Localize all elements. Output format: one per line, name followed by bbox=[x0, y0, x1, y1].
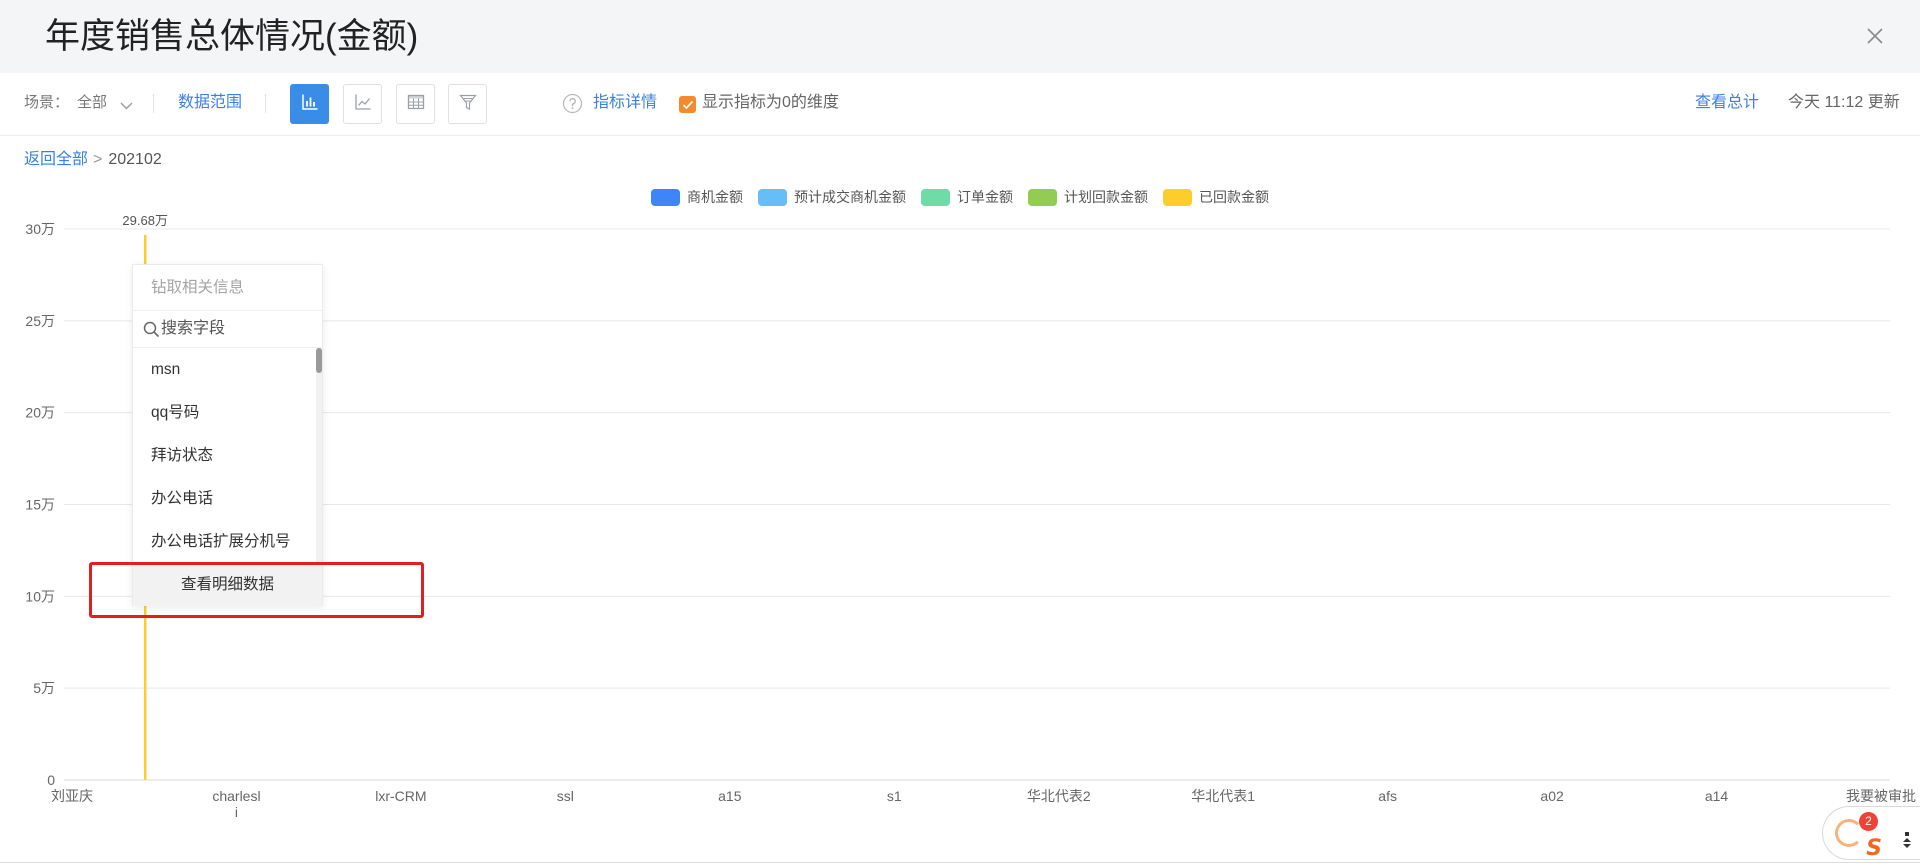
data-range-link[interactable]: 数据范围 bbox=[178, 92, 242, 114]
question-circle-icon[interactable] bbox=[562, 93, 583, 114]
legend-item[interactable]: 已回款金额 bbox=[1163, 188, 1269, 206]
metric-detail-link[interactable]: 指标详情 bbox=[593, 92, 657, 114]
breadcrumb: 返回全部 >202102 bbox=[24, 150, 162, 170]
toolbar-divider bbox=[153, 94, 154, 113]
view-detail-data-button[interactable]: 查看明细数据 bbox=[133, 564, 322, 606]
legend-label: 商机金额 bbox=[687, 188, 743, 205]
scrollbar-track[interactable] bbox=[316, 348, 322, 564]
legend-swatch bbox=[1163, 188, 1192, 206]
legend-swatch bbox=[1028, 188, 1057, 206]
logo-letter: S bbox=[1866, 836, 1882, 859]
chevron-down-icon[interactable] bbox=[119, 98, 134, 110]
x-tick-label: afs bbox=[1378, 788, 1397, 804]
legend-item[interactable]: 计划回款金额 bbox=[1028, 188, 1148, 206]
x-tick-label: charlesl i bbox=[212, 788, 260, 820]
y-tick-label: 5万 bbox=[33, 680, 55, 696]
show-zero-label[interactable]: 显示指标为0的维度 bbox=[702, 92, 839, 114]
legend-label: 已回款金额 bbox=[1199, 188, 1269, 205]
drill-down-menu: 钻取相关信息 msn qq号码 拜访状态 办公电话 办公电话扩展分机号 查看明细… bbox=[132, 264, 323, 606]
drill-menu-title: 钻取相关信息 bbox=[133, 265, 322, 311]
breadcrumb-separator: > bbox=[93, 151, 103, 168]
page-title: 年度销售总体情况(金额) bbox=[45, 17, 419, 56]
drill-field-item[interactable]: qq号码 bbox=[133, 391, 322, 434]
drill-field-item[interactable]: 拜访状态 bbox=[133, 434, 322, 477]
table-view-button[interactable] bbox=[396, 84, 435, 124]
breadcrumb-current: 202102 bbox=[108, 151, 162, 168]
line-chart-view-button[interactable] bbox=[343, 84, 382, 124]
notification-badge: 2 bbox=[1859, 812, 1878, 831]
y-tick-label: 10万 bbox=[25, 588, 55, 604]
x-tick-label: s1 bbox=[887, 788, 902, 804]
x-tick-label: a15 bbox=[718, 788, 742, 804]
drill-field-item[interactable]: msn bbox=[133, 348, 322, 391]
scrollbar-thumb[interactable] bbox=[316, 348, 322, 373]
bar-value-label: 29.68万 bbox=[122, 213, 168, 228]
field-search-input[interactable] bbox=[161, 315, 311, 343]
legend-label: 订单金额 bbox=[957, 188, 1013, 205]
floating-assistant-widget[interactable]: 2 S bbox=[1822, 806, 1920, 860]
check-icon bbox=[682, 100, 693, 109]
scene-label: 场景： bbox=[24, 94, 70, 111]
y-tick-label: 20万 bbox=[25, 405, 55, 421]
table-icon bbox=[406, 92, 426, 117]
funnel-view-button[interactable] bbox=[448, 84, 487, 124]
legend-item[interactable]: 预计成交商机金额 bbox=[758, 188, 906, 206]
drill-field-item[interactable]: 办公电话扩展分机号 bbox=[133, 520, 322, 563]
legend-swatch bbox=[921, 188, 950, 206]
legend-swatch bbox=[651, 188, 680, 206]
drag-handle-icon[interactable] bbox=[1901, 831, 1913, 851]
bar-chart-view-button[interactable] bbox=[290, 84, 329, 124]
legend-swatch bbox=[758, 188, 787, 206]
x-tick-label: 我要被审批 bbox=[1846, 788, 1916, 804]
x-tick-label: 华北代表2 bbox=[1027, 788, 1091, 804]
y-tick-label: 25万 bbox=[25, 313, 55, 329]
scene-select[interactable]: 全部 bbox=[77, 92, 107, 114]
funnel-icon bbox=[458, 92, 478, 117]
dialog-header: 年度销售总体情况(金额) bbox=[0, 0, 1920, 73]
bar-chart-icon bbox=[300, 92, 320, 117]
view-total-link[interactable]: 查看总计 bbox=[1695, 92, 1759, 114]
x-tick-label: ssl bbox=[557, 788, 574, 804]
legend-label: 预计成交商机金额 bbox=[794, 188, 906, 205]
bottom-divider bbox=[0, 862, 1920, 863]
x-tick-label: a14 bbox=[1705, 788, 1729, 804]
y-tick-label: 0 bbox=[47, 772, 55, 788]
legend-item[interactable]: 订单金额 bbox=[921, 188, 1013, 206]
y-tick-label: 15万 bbox=[25, 497, 55, 513]
toolbar: 场景： 全部 数据范围 指标详情 显示指标为0的维度 查看总计 今天 11:12… bbox=[0, 73, 1920, 136]
x-tick-label: 华北代表1 bbox=[1191, 788, 1255, 804]
drill-field-item[interactable]: 办公电话 bbox=[133, 477, 322, 520]
toolbar-divider bbox=[265, 94, 266, 113]
y-tick-label: 30万 bbox=[25, 221, 55, 237]
legend-item[interactable]: 商机金额 bbox=[651, 188, 743, 206]
legend-label: 计划回款金额 bbox=[1064, 188, 1148, 205]
sogou-logo-icon: S bbox=[1866, 836, 1882, 859]
search-icon bbox=[143, 321, 160, 338]
drill-search-row bbox=[133, 311, 322, 348]
x-tick-label: lxr-CRM bbox=[375, 788, 426, 804]
line-chart-icon bbox=[353, 92, 373, 117]
breadcrumb-back-link[interactable]: 返回全部 bbox=[24, 151, 88, 168]
x-tick-label: a02 bbox=[1540, 788, 1564, 804]
show-zero-checkbox[interactable] bbox=[679, 96, 696, 113]
update-time: 今天 11:12 更新 bbox=[1788, 94, 1900, 111]
drill-field-list: msn qq号码 拜访状态 办公电话 办公电话扩展分机号 bbox=[133, 348, 322, 564]
chart-legend: 商机金额 预计成交商机金额 订单金额 计划回款金额 已回款金额 bbox=[0, 188, 1920, 206]
x-tick-label: 刘亚庆 bbox=[51, 788, 93, 804]
close-icon[interactable] bbox=[1865, 26, 1885, 46]
